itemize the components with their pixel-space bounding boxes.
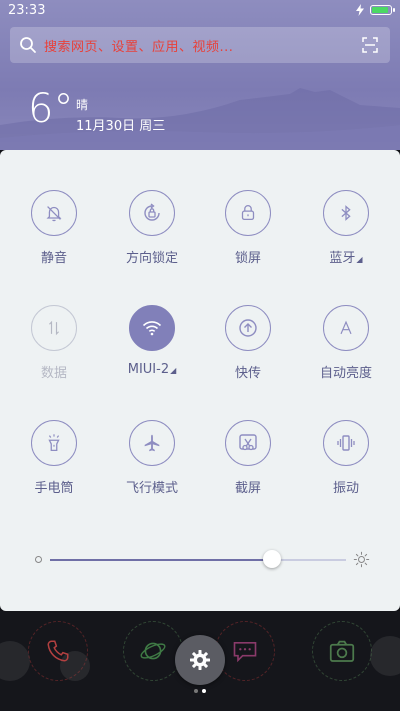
screenshot-icon[interactable] xyxy=(225,420,271,466)
toggle-label: 快传 xyxy=(234,366,261,381)
quick-settings-panel: 静音 方向锁定 锁屏 蓝牙◢ 数据 MIUI-2◢ 快传 自动亮度 手电筒 飞行… xyxy=(0,150,400,611)
toggle-label: 手电筒 xyxy=(34,481,74,496)
camera-app[interactable] xyxy=(312,621,372,681)
settings-button[interactable] xyxy=(175,635,225,685)
toggle-label: 飞行模式 xyxy=(125,481,178,496)
bokeh xyxy=(0,641,30,681)
toggle-rotation-lock[interactable]: 方向锁定 xyxy=(102,190,202,266)
lock-icon[interactable] xyxy=(225,190,271,236)
phone-app[interactable] xyxy=(28,621,88,681)
toggle-silent[interactable]: 静音 xyxy=(4,190,104,266)
status-bar: 23:33 xyxy=(0,0,400,22)
toggle-label: 锁屏 xyxy=(234,251,261,266)
camera-icon xyxy=(329,640,355,662)
messages-app[interactable] xyxy=(215,621,275,681)
battery-level xyxy=(372,7,388,13)
message-icon xyxy=(233,642,257,663)
toggle-lock-screen[interactable]: 锁屏 xyxy=(198,190,298,266)
toggle-quick-transfer[interactable]: 快传 xyxy=(198,305,298,381)
brightness-slider[interactable] xyxy=(30,548,370,572)
expand-caret-icon: ◢ xyxy=(356,255,363,264)
airplane-icon[interactable] xyxy=(129,420,175,466)
browser-app[interactable] xyxy=(123,621,183,681)
search-bar[interactable]: 搜索网页、设置、应用、视频... xyxy=(10,27,390,63)
toggle-wifi[interactable]: MIUI-2◢ xyxy=(102,305,202,377)
page-indicator xyxy=(194,689,206,693)
bell-off-icon[interactable] xyxy=(31,190,77,236)
toggle-mobile-data[interactable]: 数据 xyxy=(4,305,104,381)
bokeh xyxy=(370,636,400,676)
scan-icon[interactable] xyxy=(360,35,380,55)
vibrate-icon[interactable] xyxy=(323,420,369,466)
weather-temperature: 6° xyxy=(28,86,74,132)
toggle-vibrate[interactable]: 振动 xyxy=(296,420,396,496)
toggle-flashlight[interactable]: 手电筒 xyxy=(4,420,104,496)
status-time: 23:33 xyxy=(8,3,46,18)
flashlight-icon[interactable] xyxy=(31,420,77,466)
bluetooth-icon[interactable] xyxy=(323,190,369,236)
battery-icon xyxy=(370,5,395,15)
brightness-high-icon xyxy=(353,551,370,568)
status-icons xyxy=(356,4,395,16)
brightness-low-icon xyxy=(35,556,42,563)
toggle-label: 蓝牙◢ xyxy=(329,251,363,266)
toggle-label: 截屏 xyxy=(234,481,261,496)
slider-thumb[interactable] xyxy=(263,550,281,568)
browser-icon xyxy=(140,642,166,660)
slider-fill xyxy=(50,559,272,561)
phone-icon xyxy=(47,640,69,662)
toggle-label: 数据 xyxy=(40,366,67,381)
wifi-icon[interactable] xyxy=(129,305,175,351)
page-dot-active xyxy=(202,689,206,693)
toggle-label: MIUI-2◢ xyxy=(127,362,177,377)
toggle-label: 方向锁定 xyxy=(125,251,178,266)
weather-date: 11月30日 周三 xyxy=(76,119,166,134)
charging-icon xyxy=(356,4,364,16)
toggle-screenshot[interactable]: 截屏 xyxy=(198,420,298,496)
gear-icon xyxy=(190,650,210,670)
expand-caret-icon: ◢ xyxy=(170,366,177,375)
auto-brightness-icon[interactable] xyxy=(323,305,369,351)
mobile-data-icon[interactable] xyxy=(31,305,77,351)
rotation-lock-icon[interactable] xyxy=(129,190,175,236)
toggle-airplane-mode[interactable]: 飞行模式 xyxy=(102,420,202,496)
toggle-label: 静音 xyxy=(40,251,67,266)
quick-transfer-icon[interactable] xyxy=(225,305,271,351)
toggle-bluetooth[interactable]: 蓝牙◢ xyxy=(296,190,396,266)
battery-tip xyxy=(393,8,395,12)
weather-condition: 晴 xyxy=(76,98,89,112)
toggle-label: 振动 xyxy=(332,481,359,496)
notification-header: 23:33 搜索网页、设置、应用、视频... 6° 晴 11月30日 周三 xyxy=(0,0,400,150)
toggle-label: 自动亮度 xyxy=(319,366,372,381)
search-icon xyxy=(20,37,36,53)
search-placeholder[interactable]: 搜索网页、设置、应用、视频... xyxy=(44,36,360,55)
toggle-auto-brightness[interactable]: 自动亮度 xyxy=(296,305,396,381)
page-dot xyxy=(194,689,198,693)
